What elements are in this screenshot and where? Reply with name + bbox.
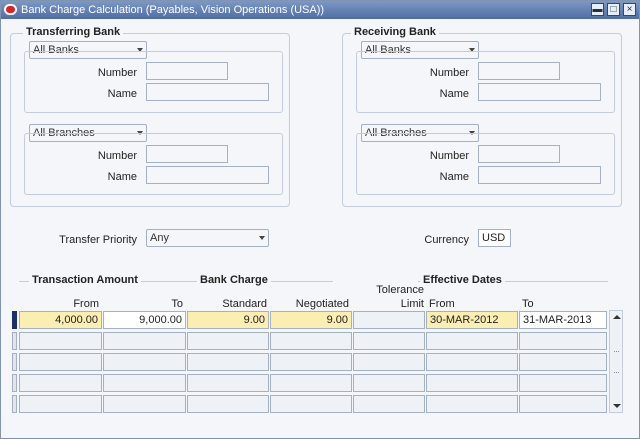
row-indicator[interactable] bbox=[12, 374, 17, 392]
receiving-name-field[interactable] bbox=[478, 83, 601, 101]
chevron-down-icon bbox=[259, 236, 265, 240]
standard-charge-cell[interactable] bbox=[187, 374, 269, 392]
negotiated-charge-cell[interactable] bbox=[270, 353, 352, 371]
transfer-priority-label: Transfer Priority bbox=[59, 234, 137, 246]
tolerance-limit-cell[interactable] bbox=[353, 311, 425, 329]
date-from-cell[interactable]: 30-MAR-2012 bbox=[426, 311, 518, 329]
from-amount-cell[interactable] bbox=[19, 353, 102, 371]
date-from-cell[interactable] bbox=[426, 353, 518, 371]
transfer-priority-value: Any bbox=[150, 232, 169, 244]
receiving-bank-subgroup bbox=[356, 51, 615, 113]
to-amount-cell[interactable] bbox=[103, 353, 186, 371]
col-negotiated: Negotiated bbox=[295, 298, 349, 310]
transferring-bank-subgroup bbox=[24, 51, 283, 113]
negotiated-charge-cell[interactable]: 9.00 bbox=[270, 311, 352, 329]
transferring-bank-title: Transferring Bank bbox=[23, 26, 124, 38]
transferring-name-label: Name bbox=[107, 88, 137, 100]
close-icon[interactable]: × bbox=[623, 3, 636, 16]
standard-charge-cell[interactable] bbox=[187, 353, 269, 371]
tolerance-limit-cell[interactable] bbox=[353, 374, 425, 392]
date-to-cell[interactable] bbox=[519, 332, 607, 350]
col-tolerance-line1: Tolerance bbox=[376, 284, 424, 296]
transaction-amount-header: Transaction Amount bbox=[29, 274, 141, 286]
receiving-name-label: Name bbox=[439, 88, 469, 100]
window-title: Bank Charge Calculation (Payables, Visio… bbox=[21, 4, 325, 16]
from-amount-cell[interactable]: 4,000.00 bbox=[19, 311, 102, 329]
date-to-cell[interactable] bbox=[519, 374, 607, 392]
row-indicator[interactable] bbox=[12, 353, 17, 371]
receiving-branch-number-label: Number bbox=[429, 150, 469, 162]
receiving-number-field[interactable] bbox=[478, 62, 560, 80]
receiving-bank-title: Receiving Bank bbox=[351, 26, 439, 38]
date-to-cell[interactable]: 31-MAR-2013 bbox=[519, 311, 607, 329]
from-amount-cell[interactable] bbox=[19, 332, 102, 350]
to-amount-cell[interactable]: 9,000.00 bbox=[103, 311, 186, 329]
receiving-branch-number-field[interactable] bbox=[478, 145, 560, 163]
scroll-thumb[interactable] bbox=[614, 351, 619, 373]
transferring-branch-number-label: Number bbox=[97, 150, 137, 162]
date-from-cell[interactable] bbox=[426, 332, 518, 350]
date-to-cell[interactable] bbox=[519, 353, 607, 371]
transferring-branch-number-field[interactable] bbox=[146, 145, 228, 163]
tolerance-limit-cell[interactable] bbox=[353, 332, 425, 350]
transferring-branch-name-label: Name bbox=[107, 171, 137, 183]
from-amount-cell[interactable] bbox=[19, 374, 102, 392]
minimize-icon[interactable]: ▬ bbox=[591, 3, 604, 16]
row-indicator[interactable] bbox=[12, 332, 17, 350]
negotiated-charge-cell[interactable] bbox=[270, 395, 352, 413]
scroll-down-icon[interactable] bbox=[613, 404, 621, 408]
effective-dates-header: Effective Dates bbox=[420, 274, 505, 286]
currency-field[interactable]: USD bbox=[478, 229, 511, 247]
col-date-from: From bbox=[429, 298, 455, 310]
transferring-number-label: Number bbox=[97, 67, 137, 79]
transferring-number-field[interactable] bbox=[146, 62, 228, 80]
to-amount-cell[interactable] bbox=[103, 374, 186, 392]
col-tolerance-line2: Limit bbox=[400, 298, 424, 310]
bank-charge-window: Bank Charge Calculation (Payables, Visio… bbox=[0, 0, 640, 439]
date-to-cell[interactable] bbox=[519, 395, 607, 413]
window-client-area: Transferring Bank All Banks Number Name … bbox=[1, 19, 639, 438]
transferring-branch-subgroup bbox=[24, 133, 283, 195]
date-from-cell[interactable] bbox=[426, 374, 518, 392]
standard-charge-cell[interactable] bbox=[187, 395, 269, 413]
standard-charge-cell[interactable] bbox=[187, 332, 269, 350]
row-indicator[interactable] bbox=[12, 395, 17, 413]
maximize-icon[interactable]: □ bbox=[607, 3, 620, 16]
negotiated-charge-cell[interactable] bbox=[270, 332, 352, 350]
table-scrollbar[interactable] bbox=[609, 310, 623, 413]
receiving-branch-name-label: Name bbox=[439, 171, 469, 183]
title-bar: Bank Charge Calculation (Payables, Visio… bbox=[1, 1, 639, 19]
col-from: From bbox=[73, 298, 99, 310]
standard-charge-cell[interactable]: 9.00 bbox=[187, 311, 269, 329]
receiving-branch-subgroup bbox=[356, 133, 615, 195]
to-amount-cell[interactable] bbox=[103, 395, 186, 413]
from-amount-cell[interactable] bbox=[19, 395, 102, 413]
currency-label: Currency bbox=[424, 234, 469, 246]
receiving-number-label: Number bbox=[429, 67, 469, 79]
transfer-priority-select[interactable]: Any bbox=[146, 229, 269, 247]
date-from-cell[interactable] bbox=[426, 395, 518, 413]
scroll-up-icon[interactable] bbox=[613, 315, 621, 319]
receiving-branch-name-field[interactable] bbox=[478, 166, 601, 184]
bank-charge-header: Bank Charge bbox=[197, 274, 271, 286]
tolerance-limit-cell[interactable] bbox=[353, 353, 425, 371]
col-standard: Standard bbox=[222, 298, 267, 310]
oracle-window-icon[interactable] bbox=[4, 4, 17, 15]
to-amount-cell[interactable] bbox=[103, 332, 186, 350]
col-date-to: To bbox=[522, 298, 534, 310]
tolerance-limit-cell[interactable] bbox=[353, 395, 425, 413]
row-indicator[interactable] bbox=[12, 311, 17, 329]
col-to: To bbox=[171, 298, 183, 310]
transferring-name-field[interactable] bbox=[146, 83, 269, 101]
negotiated-charge-cell[interactable] bbox=[270, 374, 352, 392]
transferring-branch-name-field[interactable] bbox=[146, 166, 269, 184]
